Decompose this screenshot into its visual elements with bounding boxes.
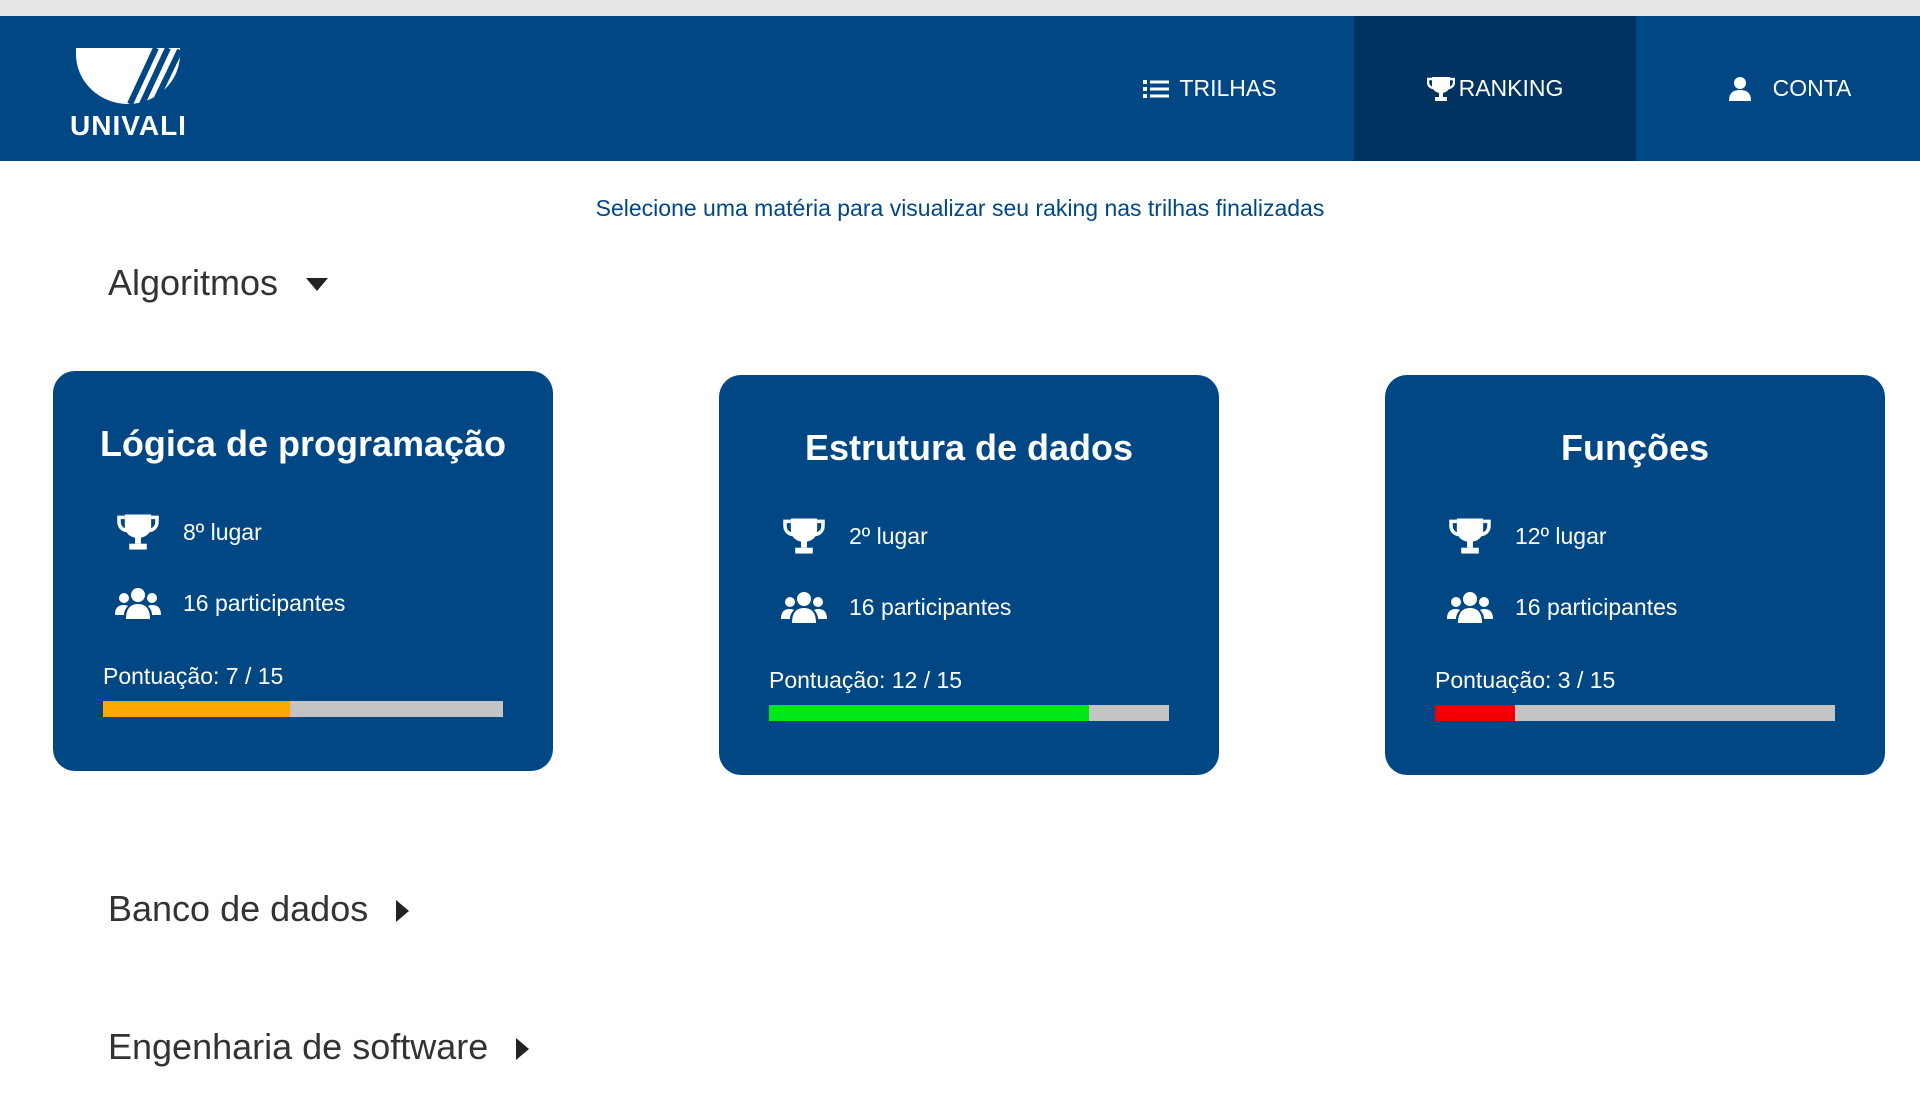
univali-logo[interactable]: UNIVALI: [66, 48, 191, 148]
score-progress-bar: [769, 705, 1169, 721]
caret-down-icon: [306, 278, 329, 291]
card-participants-text: 16 participantes: [849, 593, 1012, 620]
section-label: Banco de dados: [108, 888, 369, 929]
score-progress-fill: [769, 705, 1089, 721]
nav-ranking-label: RANKING: [1458, 75, 1564, 101]
browser-top-strip: [0, 0, 1920, 16]
card-title: Lógica de programação: [99, 423, 507, 464]
ranking-card-logica: Lógica de programação 8º lugar 16 partic…: [53, 371, 553, 771]
ranking-card-funcoes: Funções 12º lugar 16 participantes Pontu…: [1385, 375, 1885, 775]
ranking-card-estrutura: Estrutura de dados 2º lugar 16 participa…: [719, 375, 1219, 775]
card-score-label: Pontuação: 3 / 15: [1435, 667, 1616, 693]
nav-ranking[interactable]: RANKING: [1354, 16, 1636, 161]
card-place-text: 8º lugar: [183, 518, 262, 545]
card-place: 8º lugar: [115, 513, 262, 551]
card-title: Funções: [1560, 427, 1710, 468]
score-progress-bar: [1435, 705, 1835, 721]
card-participants-text: 16 participantes: [183, 589, 346, 616]
list-icon: [1143, 79, 1170, 98]
users-icon: [1447, 592, 1493, 623]
card-place-text: 12º lugar: [1515, 522, 1607, 549]
card-place: 2º lugar: [781, 517, 928, 555]
card-place-text: 2º lugar: [849, 522, 928, 549]
univali-shield-icon: [76, 48, 180, 104]
nav-trilhas[interactable]: TRILHAS: [1110, 16, 1310, 161]
caret-right-icon: [516, 1038, 530, 1060]
card-participants-text: 16 participantes: [1515, 593, 1678, 620]
section-algoritmos[interactable]: Algoritmos: [108, 262, 329, 304]
users-icon: [781, 592, 827, 623]
nav-trilhas-label: TRILHAS: [1179, 75, 1277, 101]
section-label: Engenharia de software: [108, 1026, 489, 1067]
logo-text: UNIVALI: [70, 110, 187, 141]
users-icon: [115, 588, 161, 619]
score-progress-fill: [1435, 705, 1515, 721]
top-navbar: UNIVALI TRILHAS RANKING CONTA: [0, 16, 1920, 161]
card-place: 12º lugar: [1447, 517, 1607, 555]
user-icon: [1728, 76, 1751, 101]
trophy-icon: [117, 514, 159, 550]
trophy-icon: [1449, 518, 1491, 554]
card-participants: 16 participantes: [1447, 591, 1677, 623]
card-score-label: Pontuação: 7 / 15: [103, 663, 284, 689]
score-progress-fill: [103, 701, 290, 717]
caret-right-icon: [396, 900, 410, 922]
card-title: Estrutura de dados: [804, 427, 1134, 468]
section-banco-de-dados[interactable]: Banco de dados: [108, 888, 410, 930]
section-engenharia-de-software[interactable]: Engenharia de software: [108, 1026, 530, 1068]
section-label: Algoritmos: [108, 262, 279, 303]
card-participants: 16 participantes: [781, 591, 1011, 623]
card-score-label: Pontuação: 12 / 15: [769, 667, 963, 693]
card-participants: 16 participantes: [115, 587, 345, 619]
nav-conta-label: CONTA: [1772, 75, 1852, 101]
trophy-icon: [783, 518, 825, 554]
page-subtitle: Selecione uma matéria para visualizar se…: [595, 195, 1325, 221]
trophy-icon: [1426, 76, 1455, 101]
nav-conta[interactable]: CONTA: [1660, 16, 1920, 161]
score-progress-bar: [103, 701, 503, 717]
